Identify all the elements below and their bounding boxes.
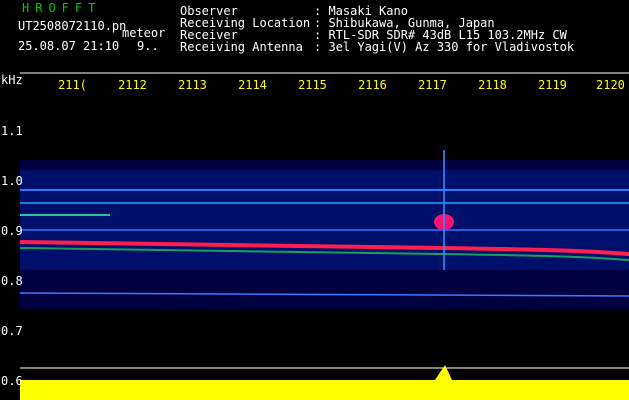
y-tick-1: 1.1 <box>1 124 23 138</box>
x-tick-1: 211( <box>58 78 87 92</box>
y-tick-2: 1.0 <box>1 174 23 188</box>
y-tick-4: 0.8 <box>1 274 23 288</box>
x-tick-2: 2112 <box>118 78 147 92</box>
unit-label: kHz <box>1 73 23 87</box>
x-tick-7: 2117 <box>418 78 447 92</box>
y-tick-6: 0.6 <box>1 374 23 388</box>
x-tick-10: 2120 <box>596 78 625 92</box>
spectrogram <box>19 72 629 400</box>
x-tick-4: 2114 <box>238 78 267 92</box>
x-tick-5: 2115 <box>298 78 327 92</box>
y-tick-5: 0.7 <box>1 324 23 338</box>
x-tick-3: 2113 <box>178 78 207 92</box>
level-bars <box>20 380 629 400</box>
y-tick-3: 0.9 <box>1 224 23 238</box>
x-tick-9: 2119 <box>538 78 567 92</box>
x-tick-6: 2116 <box>358 78 387 92</box>
level-peak <box>435 365 452 380</box>
x-tick-8: 2118 <box>478 78 507 92</box>
